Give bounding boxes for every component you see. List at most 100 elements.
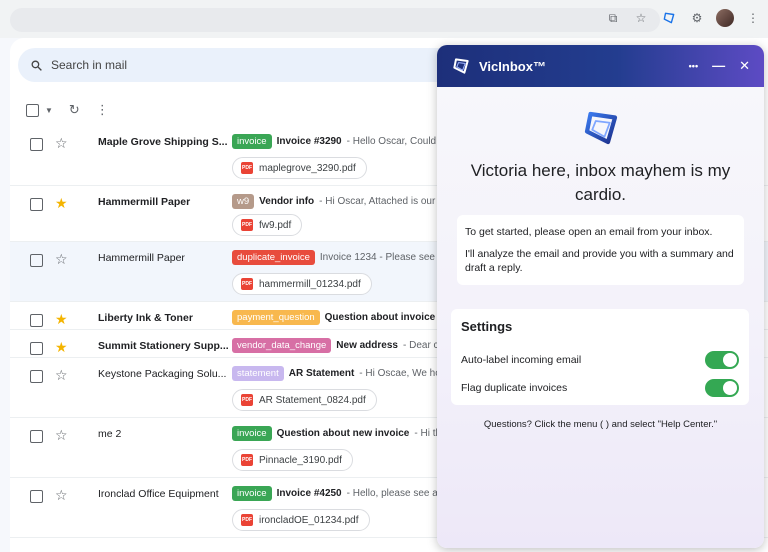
setting-label: Auto-label incoming email	[461, 354, 582, 366]
email-snippet: - Hello Oscar, Could you	[346, 135, 442, 147]
email-preview: payment_questionQuestion about invoice -	[232, 308, 442, 326]
refresh-icon[interactable]: ↻	[69, 102, 80, 118]
star-icon[interactable]: ★	[55, 195, 68, 212]
address-bar[interactable]	[10, 8, 660, 32]
email-label-badge[interactable]: w9	[232, 193, 255, 209]
email-label-badge[interactable]: invoice	[232, 133, 272, 149]
setting-auto-label: Auto-label incoming email	[461, 346, 739, 374]
email-sender: Hammermill Paper	[98, 252, 185, 264]
row-checkbox[interactable]	[30, 314, 43, 327]
panel-tagline: Victoria here, inbox mayhem is my cardio…	[470, 161, 731, 204]
help-text: Questions? Click the menu ( ) and select…	[483, 419, 718, 430]
email-snippet: - Hi Oscae, We hope	[359, 367, 442, 379]
browser-icons: ⧉ ☆ ⚙ ⋮	[604, 9, 762, 27]
email-subject: AR Statement	[288, 367, 355, 379]
email-snippet: Invoice 1234 - Please see	[319, 251, 435, 263]
profile-avatar[interactable]	[716, 9, 734, 27]
pdf-icon: PDF	[241, 278, 253, 290]
vicinbox-hero-logo-icon	[584, 111, 618, 145]
select-dropdown-icon[interactable]: ▼	[45, 106, 53, 115]
email-label-badge[interactable]: payment_question	[232, 309, 320, 325]
attachment-name: fw9.pdf	[259, 219, 292, 231]
vicinbox-panel: VicInbox™ ••• — ✕ Victoria here, inbox m…	[437, 45, 764, 548]
panel-more-icon[interactable]: •••	[689, 58, 698, 74]
panel-close-icon[interactable]: ✕	[739, 58, 750, 74]
email-snippet: - Hello, please see at	[346, 487, 441, 499]
extensions-puzzle-icon[interactable]: ⚙	[688, 9, 706, 27]
attachment-chip[interactable]: PDF ironcladOE_01234.pdf	[232, 509, 370, 531]
screenshot-icon[interactable]: ⧉	[604, 9, 622, 27]
email-sender: Summit Stationery Supp...	[98, 340, 228, 352]
row-checkbox[interactable]	[30, 430, 43, 443]
email-sender: Maple Grove Shipping S...	[98, 136, 228, 148]
email-label-badge[interactable]: statement	[232, 365, 284, 381]
star-icon[interactable]: ☆	[55, 427, 68, 444]
star-icon[interactable]: ★	[55, 339, 68, 356]
list-toolbar: ▼ ↻ ⋮	[26, 102, 109, 118]
row-checkbox[interactable]	[30, 254, 43, 267]
email-subject: Question about invoice	[324, 311, 436, 323]
attachment-chip[interactable]: PDF AR Statement_0824.pdf	[232, 389, 377, 411]
email-sender: Liberty Ink & Toner	[98, 312, 193, 324]
email-label-badge[interactable]: invoice	[232, 425, 272, 441]
browser-menu-icon[interactable]: ⋮	[744, 9, 762, 27]
pdf-icon: PDF	[241, 514, 253, 526]
email-sender: Keystone Packaging Solu...	[98, 368, 227, 380]
select-all-checkbox[interactable]	[26, 103, 39, 117]
email-sender: Ironclad Office Equipment	[98, 488, 219, 500]
email-label-badge[interactable]: duplicate_invoice	[232, 249, 315, 265]
email-subject: Invoice #4250	[276, 487, 342, 499]
row-checkbox[interactable]	[30, 138, 43, 151]
settings-card: Settings Auto-label incoming email Flag …	[451, 309, 749, 405]
setting-label: Flag duplicate invoices	[461, 382, 568, 394]
email-subject: New address	[336, 339, 398, 351]
vicinbox-extension-icon[interactable]	[660, 9, 678, 27]
attachment-name: ironcladOE_01234.pdf	[259, 514, 359, 526]
panel-header: VicInbox™ ••• — ✕	[437, 45, 764, 87]
email-preview: invoice Invoice #3290 - Hello Oscar, Coul…	[232, 132, 442, 150]
row-checkbox[interactable]	[30, 370, 43, 383]
email-snippet: - Hi Oscar, Attached is our w9 for	[319, 195, 442, 207]
email-label-badge[interactable]: invoice	[232, 485, 272, 501]
email-subject: Question about new invoice	[276, 427, 410, 439]
row-checkbox[interactable]	[30, 342, 43, 355]
star-icon[interactable]: ☆	[55, 487, 68, 504]
attachment-name: maplegrove_3290.pdf	[259, 162, 356, 174]
settings-title: Settings	[461, 319, 513, 334]
star-icon[interactable]: ☆	[55, 251, 68, 268]
attachment-name: hammermill_01234.pdf	[259, 278, 361, 290]
panel-minimize-icon[interactable]: —	[712, 58, 725, 74]
intro-text-2: I'll analyze the email and provide you w…	[465, 248, 734, 274]
vicinbox-logo-icon	[453, 58, 469, 74]
star-icon[interactable]: ★	[55, 311, 68, 328]
email-preview: w9 Vendor info - Hi Oscar, Attached is ou…	[232, 192, 442, 210]
more-options-icon[interactable]: ⋮	[96, 102, 109, 118]
email-sender: Hammermill Paper	[98, 196, 191, 208]
panel-title: VicInbox™	[479, 58, 546, 74]
setting-flag-duplicates: Flag duplicate invoices	[461, 374, 739, 402]
email-preview: duplicate_invoice Invoice 1234 - Please s…	[232, 248, 442, 266]
star-icon[interactable]: ☆	[55, 367, 68, 384]
email-subject: Vendor info	[259, 195, 315, 207]
email-label-badge[interactable]: vendor_data_change	[232, 337, 332, 353]
attachment-chip[interactable]: PDF fw9.pdf	[232, 214, 303, 236]
intro-text-1: To get started, please open an email fro…	[465, 226, 713, 238]
flag-duplicates-toggle[interactable]	[705, 379, 739, 397]
bookmark-star-icon[interactable]: ☆	[632, 9, 650, 27]
browser-toolbar: ⧉ ☆ ⚙ ⋮	[0, 0, 768, 38]
attachment-chip[interactable]: PDF Pinnacle_3190.pdf	[232, 449, 353, 471]
row-checkbox[interactable]	[30, 198, 43, 211]
email-preview: vendor_data_change New address - Dear cu	[232, 336, 442, 354]
pdf-icon: PDF	[241, 454, 253, 466]
attachment-name: AR Statement_0824.pdf	[259, 394, 366, 406]
star-icon[interactable]: ☆	[55, 135, 68, 152]
pdf-icon: PDF	[241, 162, 253, 174]
auto-label-toggle[interactable]	[705, 351, 739, 369]
intro-card: To get started, please open an email fro…	[457, 215, 744, 285]
email-subject: Invoice #3290	[276, 135, 342, 147]
search-input[interactable]: Search in mail	[51, 58, 127, 72]
pdf-icon: PDF	[241, 219, 253, 231]
row-checkbox[interactable]	[30, 490, 43, 503]
attachment-chip[interactable]: PDF maplegrove_3290.pdf	[232, 157, 367, 179]
attachment-chip[interactable]: PDF hammermill_01234.pdf	[232, 273, 372, 295]
